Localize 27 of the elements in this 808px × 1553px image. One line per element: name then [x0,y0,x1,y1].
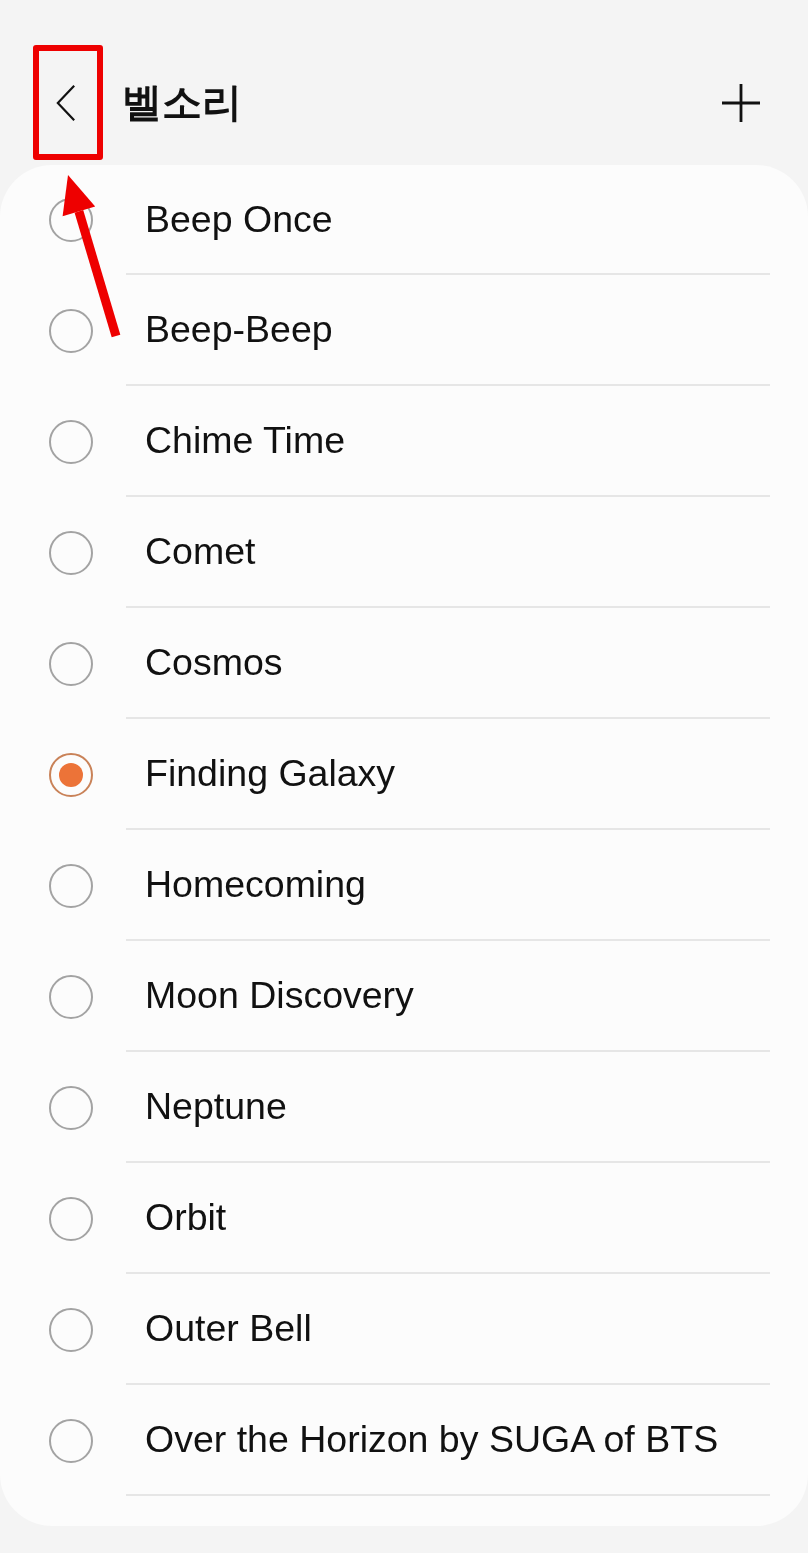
radio-button[interactable] [49,1196,93,1241]
ringtone-label: Finding Galaxy [145,752,396,795]
radio-button[interactable] [49,530,93,575]
plus-icon [722,83,760,122]
radio-button[interactable] [49,1085,93,1130]
ringtone-label: Outer Bell [145,1307,312,1350]
ringtone-label: Cosmos [145,641,283,684]
ringtone-label: Beep Once [145,197,333,241]
radio-button[interactable] [49,1418,93,1463]
add-button[interactable] [720,81,762,124]
chevron-left-icon [56,83,76,122]
ringtone-label: Moon Discovery [145,974,414,1017]
radio-button[interactable] [49,752,93,797]
ringtone-label: Beep-Beep [145,308,333,351]
radio-button[interactable] [49,419,93,464]
radio-button[interactable] [49,974,93,1019]
radio-button[interactable] [49,863,93,908]
ringtone-label: Homecoming [145,863,366,906]
page-title: 벨소리 [122,78,242,127]
ringtone-label: Chime Time [145,419,346,462]
radio-button[interactable] [49,308,93,353]
ringtone-label: Over the Horizon by SUGA of BTS [145,1418,719,1461]
radio-button[interactable] [49,641,93,686]
ringtone-label: Orbit [145,1196,227,1239]
ringtone-label: Comet [145,530,256,573]
radio-button[interactable] [49,1307,93,1352]
ringtone-label: Neptune [145,1085,287,1128]
